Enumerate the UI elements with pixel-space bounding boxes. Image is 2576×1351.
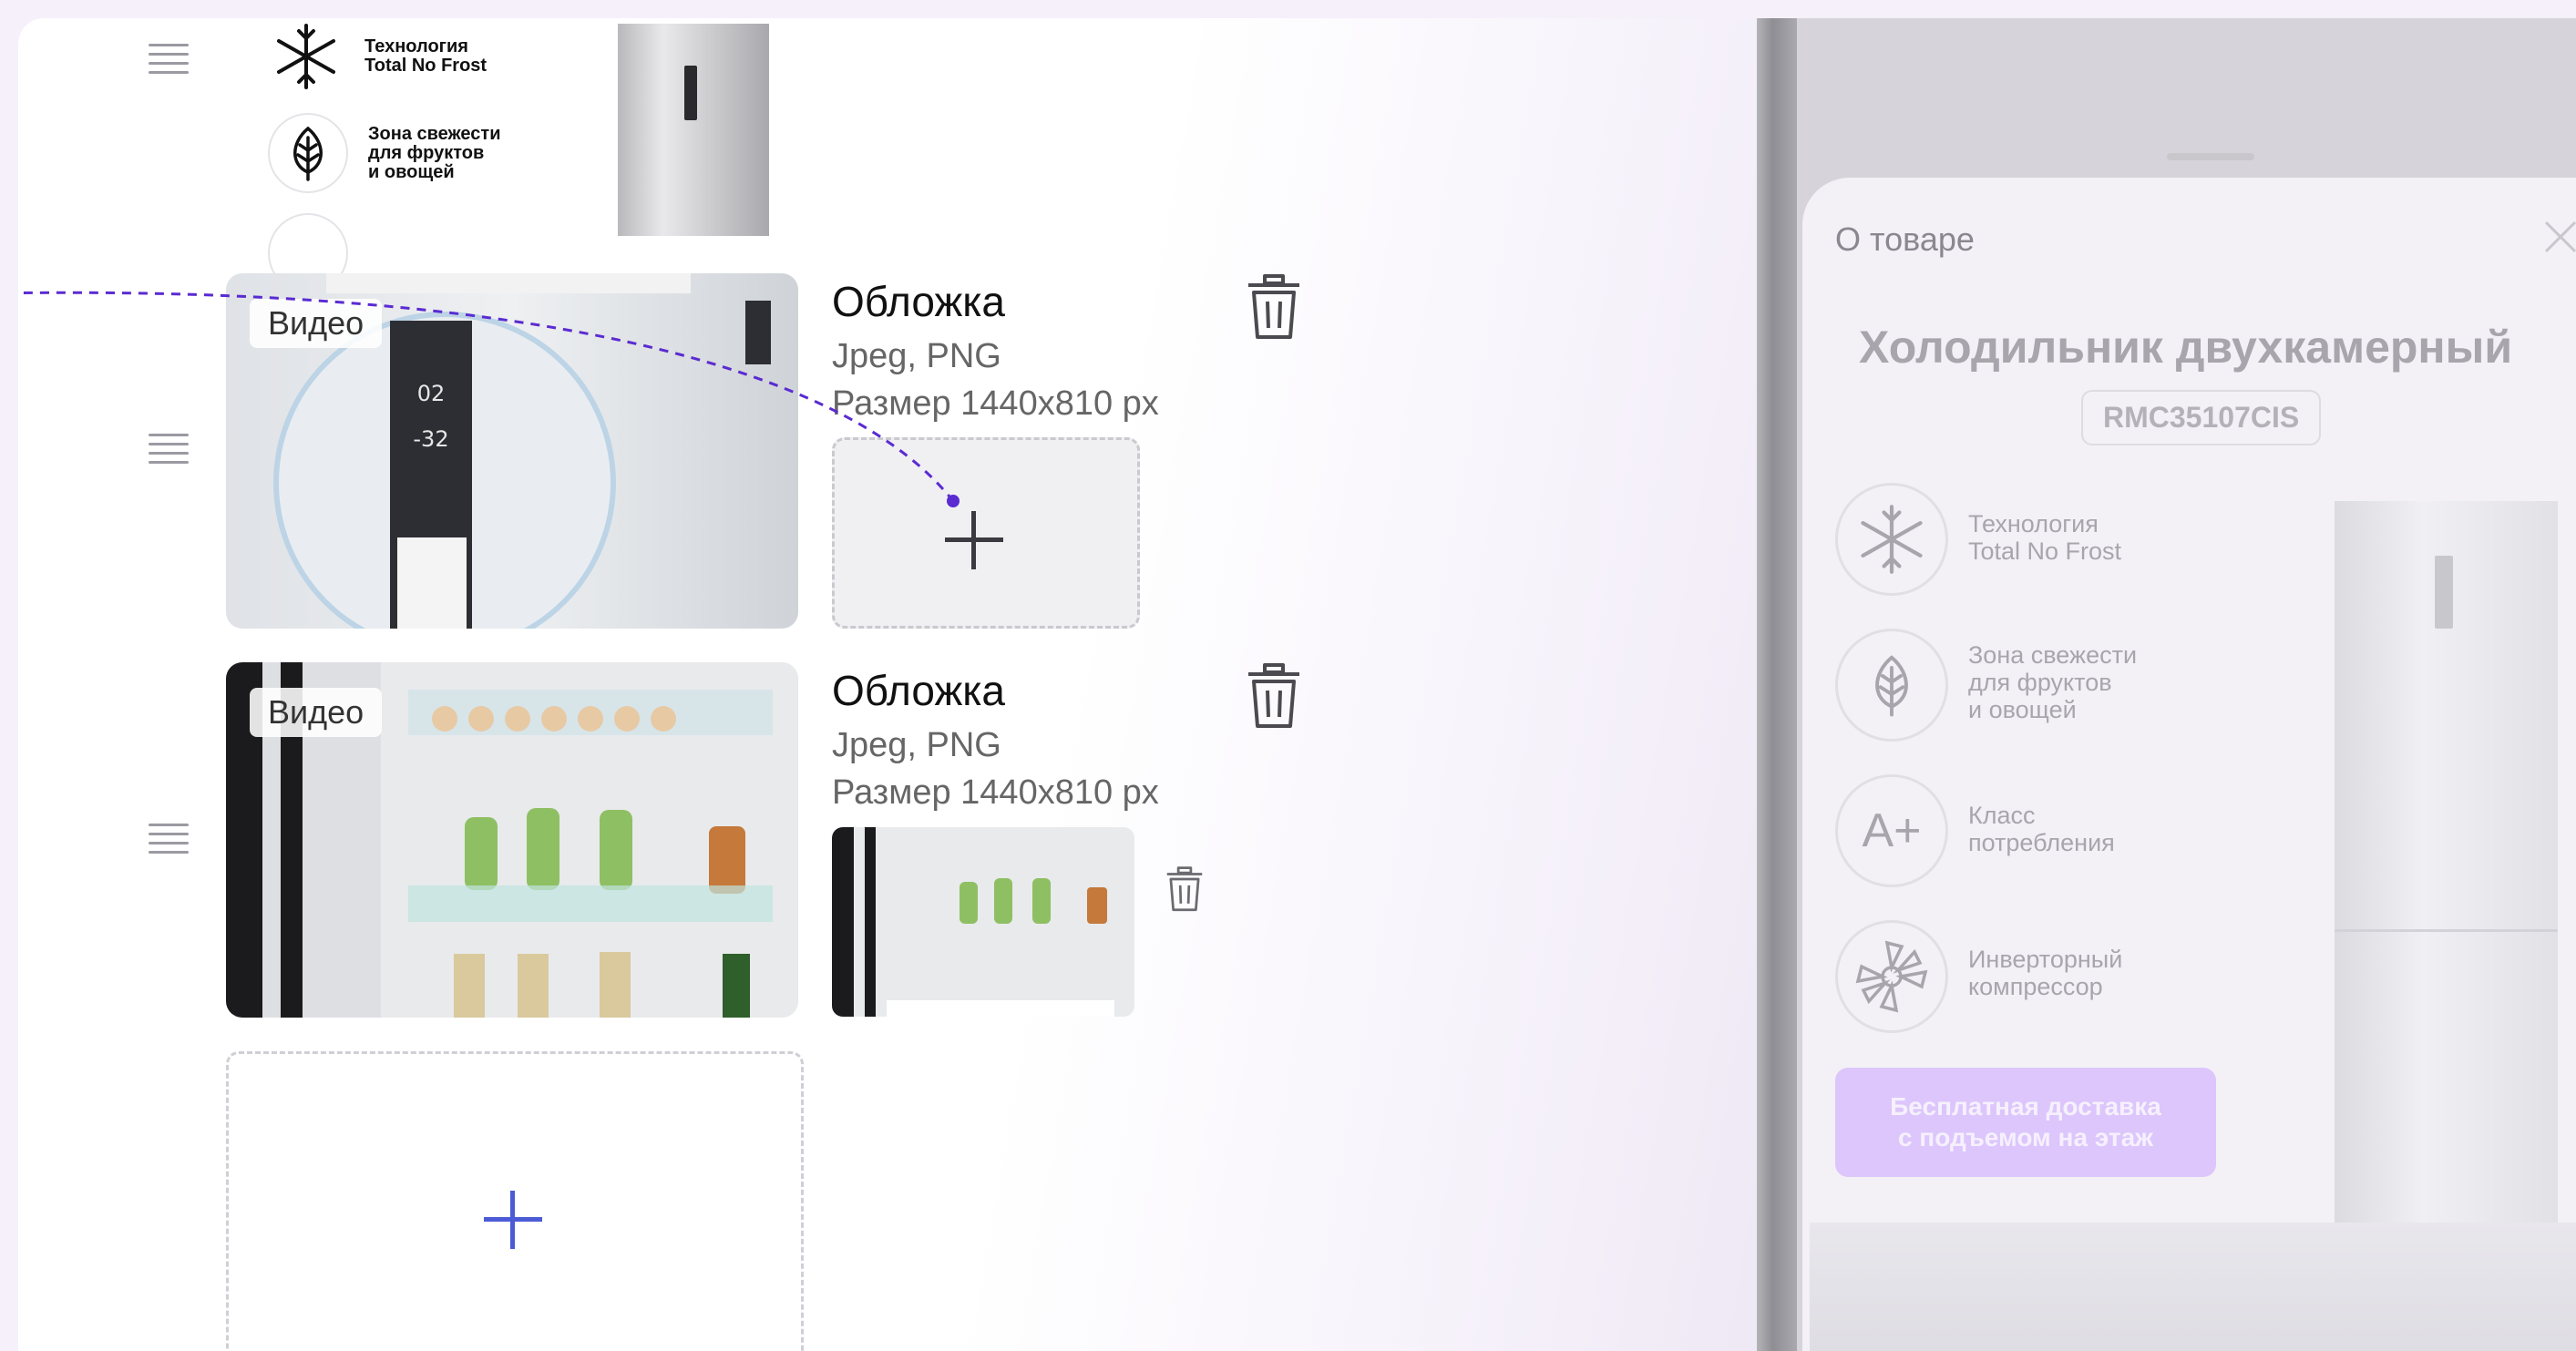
delete-slide-icon[interactable]: [1245, 662, 1303, 733]
feature-label: Инверторный компрессор: [1968, 946, 2123, 1000]
cover-formats: Jpeg, PNG: [832, 726, 1001, 764]
slide-thumbnail[interactable]: Видео: [226, 662, 798, 1018]
feature-label: Зона свежести для фруктов и овощей: [1968, 641, 2138, 723]
feature-label: Класс потребления: [1968, 802, 2115, 856]
snowflake-icon: [1835, 483, 1948, 596]
cover-size: Размер 1440x810 px: [832, 773, 1159, 812]
feature-label: Технология Total No Frost: [1968, 510, 2122, 565]
drag-handle-icon[interactable]: [149, 824, 189, 860]
free-delivery-button[interactable]: Бесплатная доставка с подъемом на этаж: [1835, 1068, 2216, 1177]
delete-slide-icon[interactable]: [1245, 273, 1303, 344]
sheet-header: О товаре: [1835, 220, 1975, 258]
sku-badge: RMC35107CIS: [2081, 390, 2322, 445]
drag-connector-line: [18, 291, 960, 507]
free-delivery-label: Бесплатная доставка с подъемом на этаж: [1890, 1092, 2161, 1151]
delete-cover-icon[interactable]: [1165, 865, 1205, 916]
close-icon[interactable]: [2542, 219, 2576, 259]
cover-title: Обложка: [832, 667, 1005, 714]
leaf-icon: [1835, 629, 1948, 742]
video-tag: Видео: [250, 688, 383, 737]
sheet-grabber[interactable]: [2167, 153, 2254, 160]
editor-canvas: Технология Total No Frost Зона свежести …: [18, 18, 2576, 1351]
product-title: Холодильник двухкамерный: [1859, 322, 2513, 373]
cover-image[interactable]: [832, 827, 1134, 1017]
sheet-bottom-image: [1810, 1223, 2576, 1351]
energy-class-icon: A+: [1835, 774, 1948, 887]
add-slide-dropzone[interactable]: [226, 1051, 804, 1351]
compressor-icon: [1835, 920, 1948, 1033]
product-image: [2335, 501, 2558, 1230]
phone-frame: [1757, 18, 1797, 1351]
